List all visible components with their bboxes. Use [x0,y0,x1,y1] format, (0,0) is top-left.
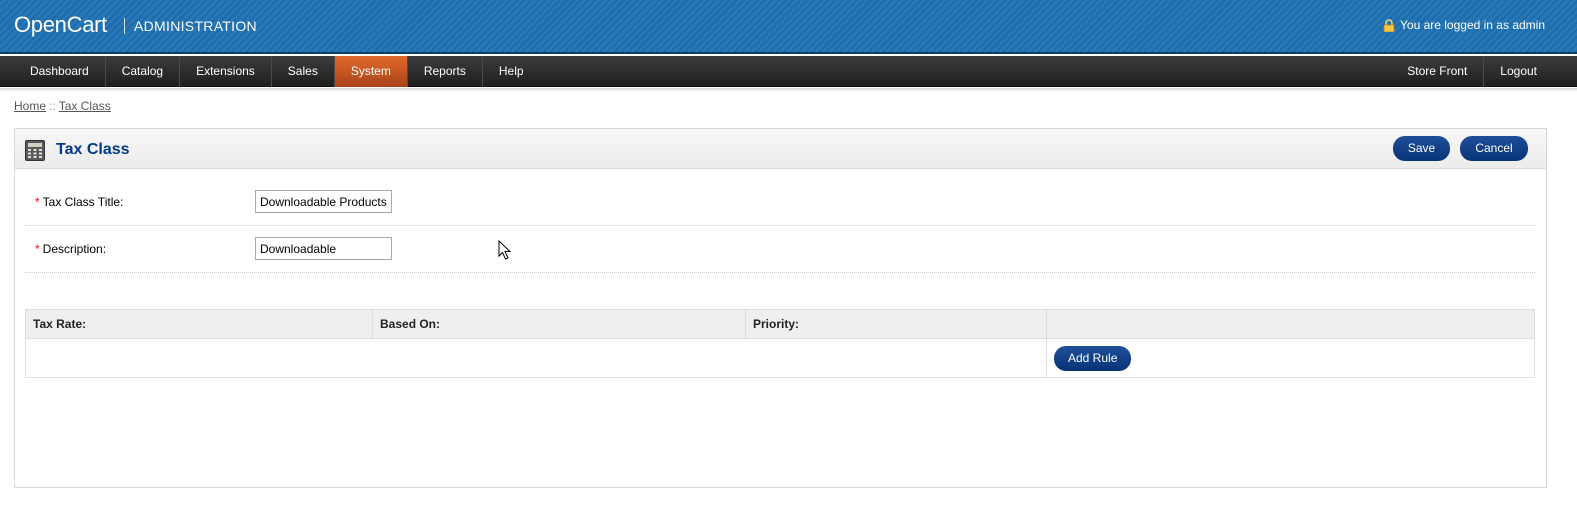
menu-item-dashboard[interactable]: Dashboard [14,56,106,87]
menu-item-extensions[interactable]: Extensions [180,56,272,87]
column-header-based-on: Based On: [372,309,746,339]
menu-left-group: Dashboard Catalog Extensions Sales Syste… [14,56,540,87]
calculator-icon [25,140,45,161]
cancel-button[interactable]: Cancel [1460,136,1528,161]
required-mark: * [35,195,40,209]
save-button[interactable]: Save [1393,136,1450,161]
breadcrumb-separator: :: [49,99,56,113]
content-box: Tax Class Save Cancel * Tax Class Title: … [14,128,1547,488]
breadcrumb-current-link[interactable]: Tax Class [59,99,111,113]
form-row-description: * Description: [25,226,1535,273]
description-label-text: Description: [42,242,107,256]
main-menu: Dashboard Catalog Extensions Sales Syste… [0,56,1577,87]
breadcrumb: Home:: Tax Class [14,99,111,113]
table-header-row: Tax Rate: Based On: Priority: [25,309,1535,339]
table-row: Add Rule [25,338,1535,378]
login-status-text: You are logged in as admin [1400,18,1545,32]
menu-item-reports[interactable]: Reports [408,56,483,87]
tax-rules-table: Tax Rate: Based On: Priority: Add Rule [25,309,1535,378]
page-title: Tax Class [56,141,130,158]
mouse-pointer-icon [498,240,512,260]
box-heading: Tax Class Save Cancel [15,129,1546,169]
lock-icon [1383,18,1395,32]
menu-item-logout[interactable]: Logout [1484,56,1553,87]
tax-class-title-label: * Tax Class Title: [35,195,123,209]
header-bar: OpenCart ADMINISTRATION You are logged i… [0,0,1577,54]
column-header-actions [1046,309,1535,339]
menu-shadow [0,88,1577,92]
app-subtitle: ADMINISTRATION [134,18,257,34]
breadcrumb-home-link[interactable]: Home [14,99,46,113]
menu-item-sales[interactable]: Sales [272,56,335,87]
logo-divider [124,18,125,34]
menu-item-store-front[interactable]: Store Front [1391,56,1485,87]
empty-cell [25,338,1047,378]
actions-cell: Add Rule [1046,338,1535,378]
menu-item-catalog[interactable]: Catalog [106,56,181,87]
form-row-title: * Tax Class Title: [25,179,1535,226]
app-logo[interactable]: OpenCart [14,12,107,38]
login-status: You are logged in as admin [1383,18,1545,32]
add-rule-button[interactable]: Add Rule [1054,345,1132,371]
menu-item-help[interactable]: Help [483,56,540,87]
tax-class-title-input[interactable] [255,190,392,213]
column-header-priority: Priority: [745,309,1047,339]
tax-class-title-label-text: Tax Class Title: [42,195,124,209]
menu-item-system[interactable]: System [334,56,408,87]
description-label: * Description: [35,242,106,256]
required-mark: * [35,242,40,256]
column-header-tax-rate: Tax Rate: [25,309,373,339]
menu-right-group: Store Front Logout [1391,56,1553,87]
description-input[interactable] [255,237,392,260]
